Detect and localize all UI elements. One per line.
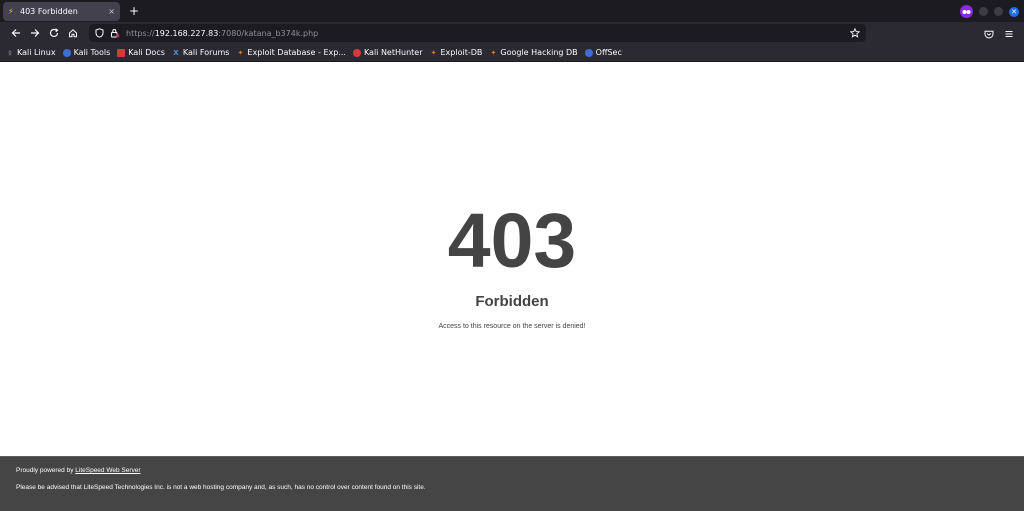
reload-button[interactable] bbox=[44, 24, 63, 42]
bookmark-kali-linux[interactable]: ᛟ Kali Linux bbox=[6, 48, 56, 57]
bookmark-label: Google Hacking DB bbox=[500, 48, 578, 57]
offsec-icon bbox=[584, 48, 593, 57]
kali-forums-icon: X bbox=[173, 48, 179, 57]
page-footer: Proudly powered by LiteSpeed Web Server … bbox=[0, 456, 1024, 511]
bookmark-kali-tools[interactable]: Kali Tools bbox=[62, 48, 111, 57]
browser-window: ⚡ 403 Forbidden × + ✕ https://192.168.22… bbox=[0, 0, 1024, 511]
exploit-db-icon: ✦ bbox=[430, 48, 437, 57]
bookmark-label: Exploit Database - Exp... bbox=[247, 48, 346, 57]
home-button[interactable] bbox=[63, 24, 82, 42]
powered-by-text: Proudly powered by bbox=[16, 467, 76, 474]
address-bar[interactable]: https://192.168.227.83:7080/katana_b374k… bbox=[89, 24, 866, 42]
window-controls: ✕ bbox=[960, 5, 1019, 18]
error-title: Forbidden bbox=[475, 292, 549, 310]
star-icon[interactable] bbox=[850, 28, 860, 38]
bookmark-label: Kali Forums bbox=[182, 48, 230, 57]
bookmark-kali-nethunter[interactable]: Kali NetHunter bbox=[352, 48, 423, 57]
bookmark-label: Kali Linux bbox=[17, 48, 56, 57]
back-button[interactable] bbox=[6, 24, 25, 42]
toolbar-right bbox=[984, 24, 1018, 43]
error-description: Access to this resource on the server is… bbox=[438, 322, 586, 330]
bookmark-kali-docs[interactable]: Kali Docs bbox=[117, 48, 165, 57]
bookmark-kali-forums[interactable]: X Kali Forums bbox=[172, 48, 230, 57]
navigation-bar: https://192.168.227.83:7080/katana_b374k… bbox=[0, 22, 1024, 44]
close-window-button[interactable]: ✕ bbox=[1009, 6, 1019, 17]
page-content: 403 Forbidden Access to this resource on… bbox=[0, 62, 1024, 511]
bookmark-offsec[interactable]: OffSec bbox=[584, 48, 622, 57]
pocket-icon[interactable] bbox=[984, 24, 994, 43]
bookmark-exploit-database[interactable]: ✦ Exploit Database - Exp... bbox=[236, 48, 346, 57]
bookmarks-toolbar: ᛟ Kali Linux Kali Tools Kali Docs X Kali… bbox=[0, 44, 1024, 62]
bookmark-label: Kali Tools bbox=[73, 48, 111, 57]
lightning-icon: ⚡ bbox=[8, 7, 14, 16]
tab-close-icon[interactable]: × bbox=[108, 7, 115, 16]
url-host: 192.168.227.83 bbox=[154, 28, 219, 38]
disclaimer-text: Please be advised that LiteSpeed Technol… bbox=[16, 484, 426, 491]
ghdb-icon: ✦ bbox=[490, 48, 497, 57]
tab-active[interactable]: ⚡ 403 Forbidden × bbox=[3, 2, 120, 21]
minimize-button[interactable] bbox=[979, 7, 988, 16]
kali-dragon-icon: ᛟ bbox=[7, 48, 13, 57]
url-path: :7080/katana_b374k.php bbox=[218, 28, 319, 38]
exploit-db-icon: ✦ bbox=[237, 48, 244, 57]
bookmark-label: Kali Docs bbox=[128, 48, 165, 57]
tab-title: 403 Forbidden bbox=[20, 7, 78, 16]
bookmark-label: OffSec bbox=[595, 48, 622, 57]
url-text[interactable]: https://192.168.227.83:7080/katana_b374k… bbox=[126, 29, 844, 38]
bookmark-google-hacking-db[interactable]: ✦ Google Hacking DB bbox=[489, 48, 577, 57]
error-panel: 403 Forbidden Access to this resource on… bbox=[0, 62, 1024, 456]
menu-icon[interactable] bbox=[1004, 24, 1014, 43]
bookmark-exploit-db[interactable]: ✦ Exploit-DB bbox=[430, 48, 483, 57]
kali-docs-icon bbox=[117, 48, 126, 57]
powered-by-line: Proudly powered by LiteSpeed Web Server bbox=[16, 467, 1008, 474]
private-browsing-icon bbox=[960, 5, 973, 18]
nethunter-icon bbox=[352, 48, 361, 57]
litespeed-link[interactable]: LiteSpeed Web Server bbox=[75, 467, 140, 474]
shield-icon[interactable] bbox=[95, 28, 104, 38]
lock-warning-icon[interactable] bbox=[110, 28, 120, 38]
kali-tools-icon bbox=[62, 48, 71, 57]
url-scheme: https:// bbox=[126, 28, 155, 38]
forward-button[interactable] bbox=[25, 24, 44, 42]
error-code: 403 bbox=[447, 197, 577, 284]
maximize-button[interactable] bbox=[994, 7, 1003, 16]
bookmark-label: Kali NetHunter bbox=[363, 48, 423, 57]
new-tab-button[interactable]: + bbox=[129, 5, 139, 17]
tab-strip: ⚡ 403 Forbidden × + ✕ bbox=[0, 0, 1024, 22]
bookmark-label: Exploit-DB bbox=[440, 48, 483, 57]
